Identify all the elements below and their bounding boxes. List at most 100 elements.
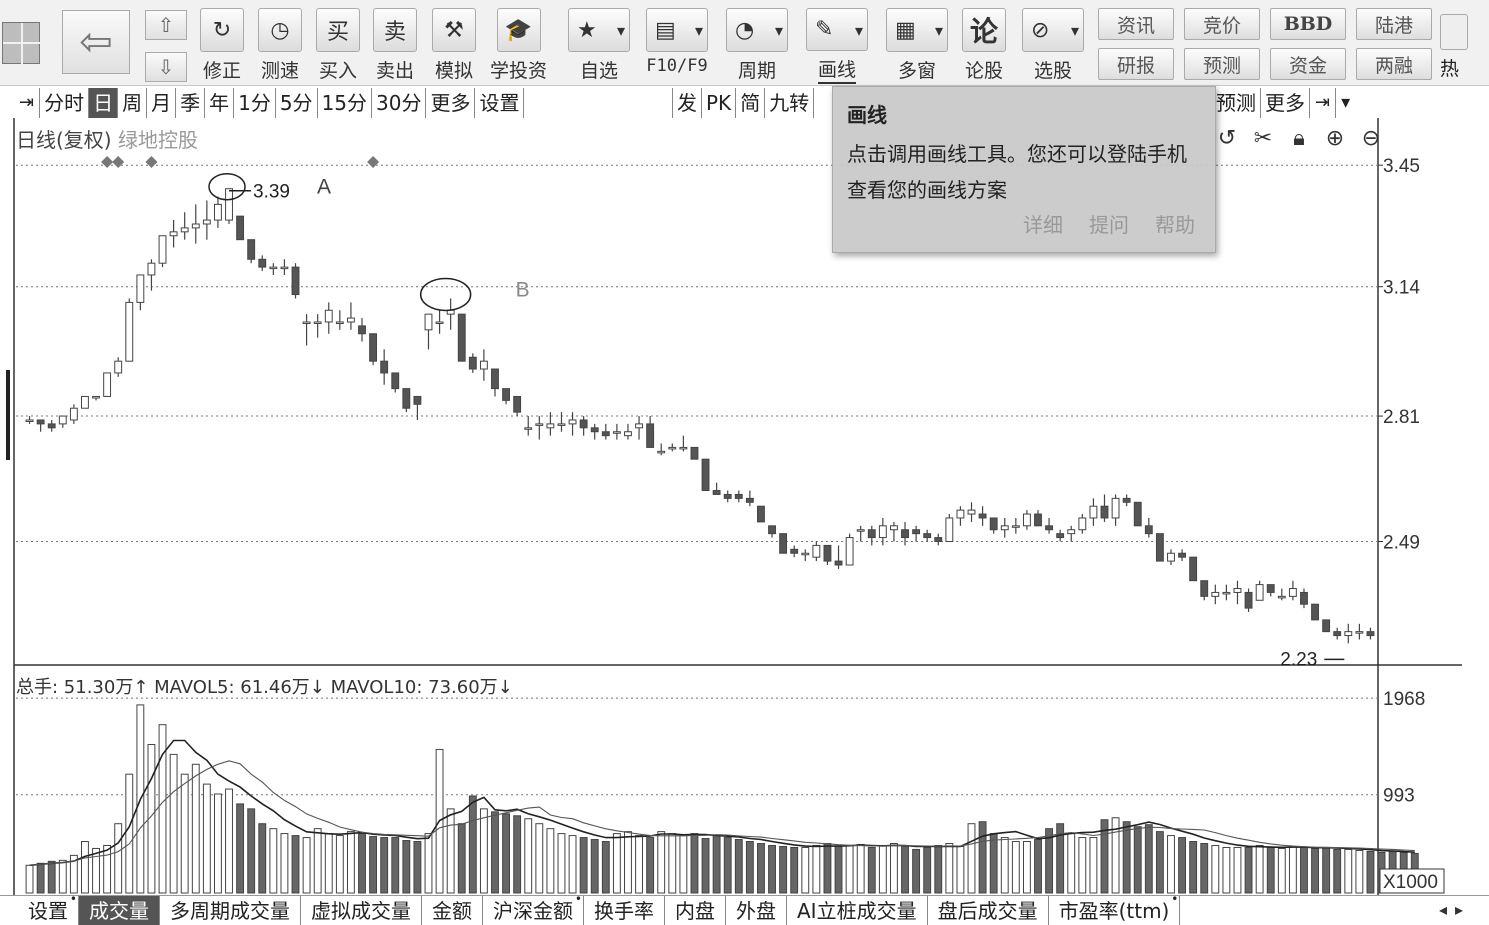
back-button[interactable]: ⇦ xyxy=(62,10,130,74)
tooltip-help-link[interactable]: 帮助 xyxy=(1155,209,1195,238)
kline-chart[interactable]: 3.45 3.14 2.81 2.49 1968 993 X1000 3.39 A B 2.23 xyxy=(0,118,1489,895)
btab-after-hours-volume[interactable]: 盘后成交量 xyxy=(928,896,1049,925)
lock-icon[interactable]: 🔒︎ xyxy=(1284,126,1314,151)
research-button[interactable]: 研报 xyxy=(1098,48,1174,80)
stock-picker-button[interactable]: ⊘ 选股 xyxy=(1022,8,1084,84)
tab-1min[interactable]: 1分 xyxy=(234,88,276,118)
forecast-button[interactable]: 预测 xyxy=(1184,48,1260,80)
scroll-right-icon[interactable]: ▸ xyxy=(1455,900,1463,919)
btab-inner[interactable]: 内盘 xyxy=(665,896,726,925)
candle-down xyxy=(1200,580,1209,597)
news-button[interactable]: 资讯 xyxy=(1098,8,1174,40)
tab-day[interactable]: 日 xyxy=(89,88,119,118)
candle-up xyxy=(69,407,78,421)
watchlist-label: 自选 xyxy=(579,60,618,82)
btab-amount[interactable]: 金额 xyxy=(422,896,483,925)
tab-week[interactable]: 周 xyxy=(118,88,148,118)
tab-nine-turn[interactable]: 九转 xyxy=(765,88,815,118)
fix-button[interactable]: ↻ 修正 xyxy=(200,8,244,84)
scissors-icon[interactable]: ✂ xyxy=(1248,126,1278,151)
watchlist-button[interactable]: ★ 自选 xyxy=(568,8,630,84)
pin-right-icon[interactable]: ⇥ xyxy=(1310,88,1337,118)
auction-button[interactable]: 竞价 xyxy=(1184,8,1260,40)
volume-panel-title: 总手: 51.30万↑ MAVOL5: 61.46万↓ MAVOL10: 73.… xyxy=(16,677,513,698)
btab-pe-ttm[interactable]: 市盈率(ttm) xyxy=(1049,884,1181,925)
candle-down xyxy=(978,513,987,519)
tab-intraday[interactable]: 分时 xyxy=(40,88,90,118)
software-logo-icon[interactable] xyxy=(2,22,41,65)
tab-pk[interactable]: PK xyxy=(702,88,737,118)
volume-bar-up xyxy=(1011,841,1020,894)
multi-window-button[interactable]: ▦ 多窗 xyxy=(886,8,948,84)
down-arrow-button[interactable]: ⇩ xyxy=(145,52,187,82)
btab-settings[interactable]: 设置 xyxy=(18,884,79,925)
speed-test-button[interactable]: ◷ 测速 xyxy=(258,8,302,84)
candle-down xyxy=(358,325,366,335)
discuss-button[interactable]: 论论股 xyxy=(962,8,1006,84)
volume-bar-up xyxy=(313,828,322,894)
btab-multi-period-volume[interactable]: 多周期成交量 xyxy=(160,896,301,925)
up-arrow-button[interactable]: ⇧ xyxy=(145,10,187,40)
btab-virtual-volume[interactable]: 虚拟成交量 xyxy=(301,896,422,925)
tab-quarter[interactable]: 季 xyxy=(176,88,206,118)
draw-line-button[interactable]: ✎ 画线 xyxy=(806,8,868,84)
candle-up xyxy=(169,231,178,237)
tab-30min[interactable]: 30分 xyxy=(372,88,427,118)
discuss-icon: 论 xyxy=(962,8,1006,52)
candle-up xyxy=(1222,591,1231,595)
btab-volume[interactable]: 成交量 xyxy=(79,896,160,925)
dropdown-icon[interactable]: ▾ xyxy=(1336,88,1355,118)
scroll-left-icon[interactable]: ◂ xyxy=(1439,900,1447,919)
tab-simple[interactable]: 简 xyxy=(736,88,766,118)
volume-bar-down xyxy=(36,862,45,894)
multi-window-label: 多窗 xyxy=(897,60,936,82)
volume-bar-up xyxy=(679,835,688,894)
volume-bar-up xyxy=(125,773,134,894)
tab-settings[interactable]: 设置 xyxy=(475,88,525,118)
tab-more-right[interactable]: 更多 xyxy=(1261,88,1310,118)
volume-bar-down xyxy=(468,795,477,894)
zoom-in-icon[interactable]: ⊕ xyxy=(1320,126,1350,151)
btab-ai-volume[interactable]: AI立桩成交量 xyxy=(787,896,928,925)
learn-invest-button[interactable]: 🎓 学投资 xyxy=(490,8,547,84)
hk-connect-button[interactable]: 陆港 xyxy=(1356,8,1432,40)
tab-year[interactable]: 年 xyxy=(205,88,235,118)
f10-label: F10/F9 xyxy=(646,56,708,76)
buy-button[interactable]: 买买入 xyxy=(316,8,360,84)
tab-5min[interactable]: 5分 xyxy=(276,88,318,118)
volume-bar-down xyxy=(369,836,378,894)
volume-bar-down xyxy=(790,846,799,894)
zoom-out-icon[interactable]: ⊖ xyxy=(1356,126,1386,151)
stock-name[interactable]: 绿地控股 xyxy=(118,128,198,152)
volume-bar-down xyxy=(768,844,776,894)
btab-outer[interactable]: 外盘 xyxy=(726,896,787,925)
bbd-button[interactable]: BBD xyxy=(1270,8,1346,40)
period-button[interactable]: ◔ 周期 xyxy=(726,8,788,84)
btab-market-amount[interactable]: 沪深金额 xyxy=(483,884,584,925)
pin-icon[interactable]: ⇥ xyxy=(14,88,41,118)
simulate-label: 模拟 xyxy=(434,60,473,82)
capital-button[interactable]: 资金 xyxy=(1270,48,1346,80)
period-label: 周期 xyxy=(737,60,776,82)
volume-bar-down xyxy=(1189,841,1198,894)
volume-bar-up xyxy=(180,773,189,894)
btab-turnover[interactable]: 换手率 xyxy=(584,896,665,925)
volume-bar-series xyxy=(25,704,1419,894)
candle-down xyxy=(1155,533,1164,562)
candle-up xyxy=(1022,513,1031,527)
tooltip-ask-link[interactable]: 提问 xyxy=(1089,209,1129,238)
tab-15min[interactable]: 15分 xyxy=(318,88,373,118)
margin-button[interactable]: 两融 xyxy=(1356,48,1432,80)
f10-button[interactable]: ▤ F10/F9 xyxy=(646,8,708,84)
tooltip-detail-link[interactable]: 详细 xyxy=(1023,209,1063,238)
tab-month[interactable]: 月 xyxy=(147,88,177,118)
hot-button[interactable]: 热 xyxy=(1440,14,1470,84)
tab-publish[interactable]: 发 xyxy=(672,88,702,118)
simulate-button[interactable]: ⚒ 模拟 xyxy=(432,8,476,84)
undo-icon[interactable]: ↺ xyxy=(1212,126,1242,151)
tab-more[interactable]: 更多 xyxy=(426,88,476,118)
candle-up xyxy=(1211,591,1220,597)
sell-button[interactable]: 卖卖出 xyxy=(373,8,417,84)
tab-forecast[interactable]: 预测 xyxy=(1212,88,1261,118)
candle-up xyxy=(801,552,810,556)
